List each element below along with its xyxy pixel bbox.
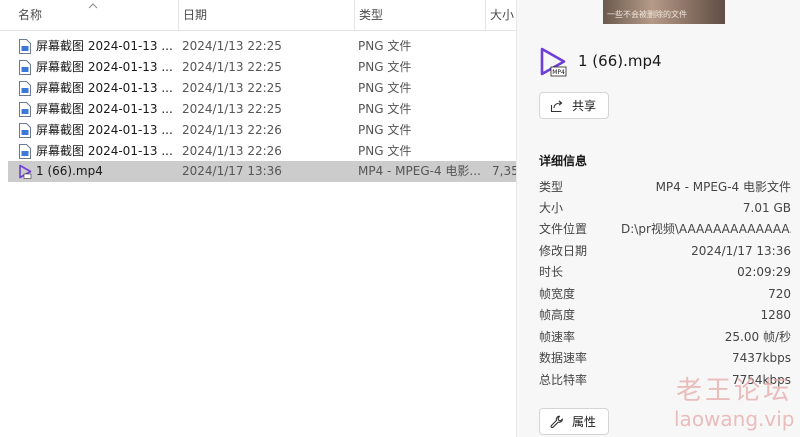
file-name: 屏幕截图 2024-01-13 ... bbox=[36, 123, 173, 137]
file-date: 2024/1/17 13:36 bbox=[182, 164, 282, 178]
property-key: 总比特率 bbox=[539, 373, 588, 387]
property-row: 帧高度 1280 bbox=[539, 305, 791, 326]
file-date: 2024/1/13 22:26 bbox=[182, 123, 282, 137]
column-size-label: 大小 bbox=[490, 8, 515, 22]
mp4-file-icon bbox=[19, 164, 32, 179]
property-row: 大小 7.01 GB bbox=[539, 198, 791, 219]
file-name: 屏幕截图 2024-01-13 ... bbox=[36, 39, 173, 53]
file-date: 2024/1/13 22:25 bbox=[182, 39, 282, 53]
column-date-header[interactable]: 日期 bbox=[178, 0, 350, 31]
file-row[interactable]: 屏幕截图 2024-01-13 ... 2024/1/13 22:25 PNG … bbox=[8, 78, 516, 99]
property-value: 1280 bbox=[760, 308, 791, 322]
column-date-label: 日期 bbox=[183, 8, 208, 22]
wrench-icon bbox=[550, 415, 563, 428]
share-button-label: 共享 bbox=[572, 99, 597, 113]
property-value: 7437kbps bbox=[732, 351, 791, 365]
mp4-badge-text: MP4 bbox=[552, 69, 565, 76]
property-value: 7.01 GB bbox=[742, 201, 791, 215]
property-value: 2024/1/17 13:36 bbox=[691, 244, 791, 258]
property-value: 720 bbox=[768, 287, 791, 301]
property-row: 文件位置 D:\pr视频\AAAAAAAAAAAAA... bbox=[539, 219, 791, 240]
properties-button-label: 属性 bbox=[572, 415, 597, 429]
property-key: 文件位置 bbox=[539, 222, 588, 236]
file-name: 屏幕截图 2024-01-13 ... bbox=[36, 144, 173, 158]
video-thumbnail: 一些不会被删除的文件 bbox=[603, 0, 725, 24]
thumbnail-caption: 一些不会被删除的文件 bbox=[607, 10, 687, 19]
file-row-selected[interactable]: 1 (66).mp4 2024/1/17 13:36 MP4 - MPEG-4 … bbox=[8, 161, 516, 182]
property-key: 类型 bbox=[539, 180, 564, 194]
share-button[interactable]: 共享 bbox=[539, 92, 609, 119]
png-file-icon bbox=[19, 39, 31, 54]
column-header: 名称 日期 类型 大小 bbox=[0, 0, 516, 31]
file-name: 屏幕截图 2024-01-13 ... bbox=[36, 60, 173, 74]
file-type: MP4 - MPEG-4 电影... bbox=[358, 164, 481, 178]
file-row[interactable]: 屏幕截图 2024-01-13 ... 2024/1/13 22:25 PNG … bbox=[8, 36, 516, 57]
property-row: 类型 MP4 - MPEG-4 电影文件 bbox=[539, 177, 791, 198]
file-date: 2024/1/13 22:25 bbox=[182, 60, 282, 74]
watermark-line1: 老王论坛 bbox=[675, 376, 792, 406]
file-row[interactable]: 屏幕截图 2024-01-13 ... 2024/1/13 22:25 PNG … bbox=[8, 99, 516, 120]
property-value: MP4 - MPEG-4 电影文件 bbox=[655, 180, 791, 194]
watermark-line2: laowang.vip bbox=[674, 407, 795, 431]
file-type: PNG 文件 bbox=[358, 81, 412, 95]
column-type-header[interactable]: 类型 bbox=[354, 0, 484, 31]
property-key: 帧速率 bbox=[539, 330, 576, 344]
file-type: PNG 文件 bbox=[358, 102, 412, 116]
property-key: 帧宽度 bbox=[539, 287, 576, 301]
file-date: 2024/1/13 22:26 bbox=[182, 144, 282, 158]
details-title: 1 (66).mp4 bbox=[578, 52, 662, 70]
property-key: 数据速率 bbox=[539, 351, 588, 365]
property-value: 25.00 帧/秒 bbox=[724, 330, 791, 344]
property-row: 数据速率 7437kbps bbox=[539, 348, 791, 369]
property-row: 帧宽度 720 bbox=[539, 284, 791, 305]
file-type: PNG 文件 bbox=[358, 123, 412, 137]
file-date: 2024/1/13 22:25 bbox=[182, 102, 282, 116]
file-date: 2024/1/13 22:25 bbox=[182, 81, 282, 95]
file-name: 屏幕截图 2024-01-13 ... bbox=[36, 102, 173, 116]
column-name-label: 名称 bbox=[18, 8, 43, 22]
png-file-icon bbox=[19, 81, 31, 96]
watermark: 老王论坛 laowang.vip bbox=[674, 375, 794, 431]
property-row: 时长 02:09:29 bbox=[539, 262, 791, 283]
file-size: 7,35 bbox=[492, 164, 516, 178]
file-name: 1 (66).mp4 bbox=[36, 164, 103, 178]
property-value: D:\pr视频\AAAAAAAAAAAAA... bbox=[621, 222, 791, 236]
file-type: PNG 文件 bbox=[358, 39, 412, 53]
details-pane: 一些不会被删除的文件 MP4 1 (66).mp4 共享 详细信息 类型 MP4… bbox=[516, 0, 800, 437]
file-row[interactable]: 屏幕截图 2024-01-13 ... 2024/1/13 22:26 PNG … bbox=[8, 141, 516, 162]
column-size-header[interactable]: 大小 bbox=[485, 0, 516, 31]
file-row[interactable]: 屏幕截图 2024-01-13 ... 2024/1/13 22:26 PNG … bbox=[8, 120, 516, 141]
property-key: 修改日期 bbox=[539, 244, 588, 258]
column-type-label: 类型 bbox=[359, 8, 384, 22]
png-file-icon bbox=[19, 144, 31, 159]
properties-button[interactable]: 属性 bbox=[539, 408, 609, 435]
file-name: 屏幕截图 2024-01-13 ... bbox=[36, 81, 173, 95]
property-row: 修改日期 2024/1/17 13:36 bbox=[539, 241, 791, 262]
png-file-icon bbox=[19, 60, 31, 75]
mp4-file-icon: MP4 bbox=[540, 47, 567, 77]
png-file-icon bbox=[19, 123, 31, 138]
file-type: PNG 文件 bbox=[358, 144, 412, 158]
property-row: 帧速率 25.00 帧/秒 bbox=[539, 327, 791, 348]
property-key: 大小 bbox=[539, 201, 564, 215]
file-row[interactable]: 屏幕截图 2024-01-13 ... 2024/1/13 22:25 PNG … bbox=[8, 57, 516, 78]
property-key: 帧高度 bbox=[539, 308, 576, 322]
details-section-title: 详细信息 bbox=[539, 154, 588, 168]
file-type: PNG 文件 bbox=[358, 60, 412, 74]
property-value: 02:09:29 bbox=[737, 265, 791, 279]
property-key: 时长 bbox=[539, 265, 564, 279]
share-icon bbox=[550, 99, 563, 112]
sort-ascending-icon bbox=[88, 3, 98, 9]
png-file-icon bbox=[19, 102, 31, 117]
file-list-pane: 名称 日期 类型 大小 屏幕截图 2024-01-13 ... 2024/1/1… bbox=[0, 0, 516, 437]
